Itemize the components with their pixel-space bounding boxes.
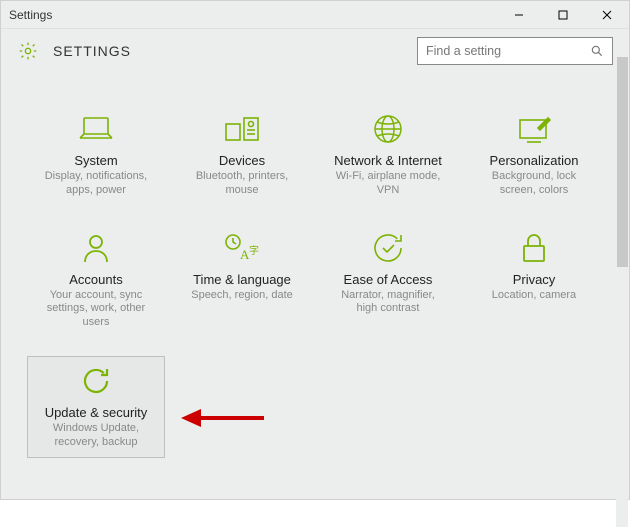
tile-accounts[interactable]: Accounts Your account, sync settings, wo… [27,224,165,338]
person-icon [31,230,161,266]
tile-privacy[interactable]: Privacy Location, camera [465,224,603,338]
time-lang-icon: A字 [177,230,307,266]
tile-desc: Display, notifications, apps, power [31,170,161,198]
settings-grid: System Display, notifications, apps, pow… [1,69,629,474]
tile-desc: Bluetooth, printers, mouse [177,170,307,198]
personalize-icon [469,111,599,147]
lock-icon [469,230,599,266]
tile-desc: Wi-Fi, airplane mode, VPN [323,170,453,198]
tile-desc: Narrator, magnifier, high contrast [323,289,453,317]
tile-ease-of-access[interactable]: Ease of Access Narrator, magnifier, high… [319,224,457,338]
scrollbar-thumb[interactable] [617,57,628,267]
tile-time-language[interactable]: A字 Time & language Speech, region, date [173,224,311,338]
laptop-icon [31,111,161,147]
tile-title: Privacy [469,272,599,287]
scrollbar[interactable] [616,57,628,527]
svg-text:字: 字 [249,244,259,257]
tile-update-security[interactable]: Update & security Windows Update, recove… [27,356,165,459]
search-input[interactable]: Find a setting [417,37,613,65]
devices-icon [177,111,307,147]
tile-desc: Speech, region, date [177,289,307,303]
tile-desc: Your account, sync settings, work, other… [31,289,161,330]
gear-icon [17,40,39,62]
tile-title: Accounts [31,272,161,287]
close-button[interactable] [585,1,629,29]
tile-title: System [31,153,161,168]
tile-title: Ease of Access [323,272,453,287]
update-icon [32,363,160,399]
titlebar: Settings [1,1,629,29]
search-icon [590,44,604,58]
tile-title: Network & Internet [323,153,453,168]
tile-devices[interactable]: Devices Bluetooth, printers, mouse [173,105,311,206]
maximize-button[interactable] [541,1,585,29]
ease-icon [323,230,453,266]
tile-desc: Background, lock screen, colors [469,170,599,198]
search-placeholder: Find a setting [426,44,590,58]
tile-title: Devices [177,153,307,168]
tile-desc: Location, camera [469,289,599,303]
tile-network[interactable]: Network & Internet Wi-Fi, airplane mode,… [319,105,457,206]
tile-desc: Windows Update, recovery, backup [32,422,160,450]
globe-icon [323,111,453,147]
tile-personalization[interactable]: Personalization Background, lock screen,… [465,105,603,206]
header: SETTINGS Find a setting [1,29,629,69]
window-title: Settings [9,8,52,22]
page-title: SETTINGS [53,43,131,59]
tile-title: Personalization [469,153,599,168]
tile-title: Update & security [32,405,160,420]
tile-title: Time & language [177,272,307,287]
tile-system[interactable]: System Display, notifications, apps, pow… [27,105,165,206]
minimize-button[interactable] [497,1,541,29]
